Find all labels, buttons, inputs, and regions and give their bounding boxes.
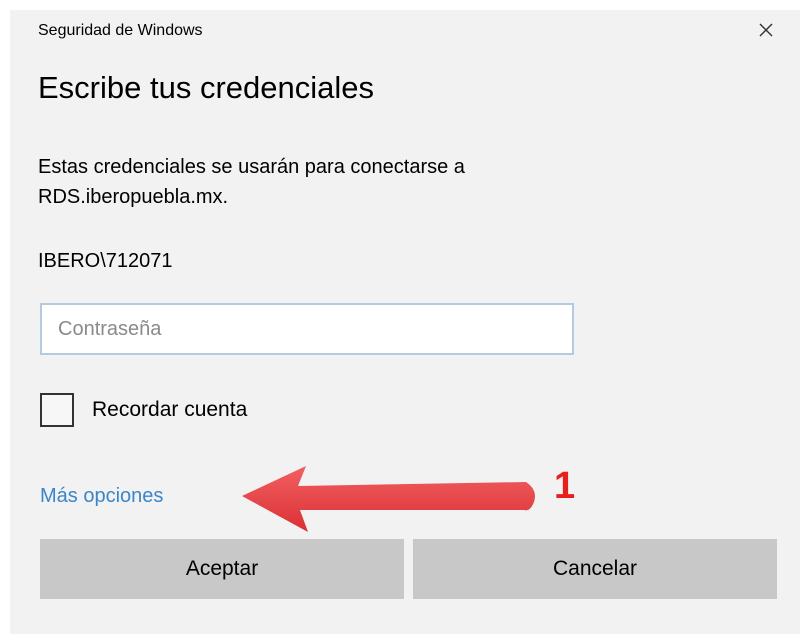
window-title: Seguridad de Windows	[38, 22, 203, 39]
left-arrow-icon	[236, 462, 546, 545]
accept-button[interactable]: Aceptar	[40, 539, 404, 599]
remember-checkbox[interactable]	[40, 393, 74, 427]
close-button[interactable]	[750, 14, 782, 46]
username-label: IBERO\712071	[38, 250, 173, 272]
dialog-heading: Escribe tus credenciales	[38, 70, 374, 105]
more-options-link[interactable]: Más opciones	[40, 485, 163, 508]
password-input[interactable]	[40, 303, 574, 355]
credentials-dialog: Seguridad de Windows Escribe tus credenc…	[10, 10, 800, 634]
description-line-1: Estas credenciales se usarán para conect…	[38, 156, 465, 178]
remember-account-row[interactable]: Recordar cuenta	[40, 390, 247, 430]
description-line-2: RDS.iberopuebla.mx.	[38, 186, 229, 208]
remember-label: Recordar cuenta	[92, 398, 248, 421]
close-icon	[758, 22, 774, 38]
dialog-description: Estas credenciales se usarán para conect…	[38, 152, 465, 212]
cancel-button[interactable]: Cancelar	[413, 539, 777, 599]
annotation-number: 1	[554, 465, 576, 507]
